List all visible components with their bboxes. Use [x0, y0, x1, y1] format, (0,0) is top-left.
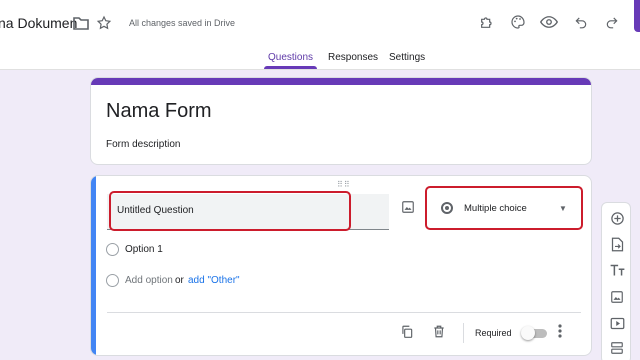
tab-questions[interactable]: Questions	[268, 52, 313, 63]
account-edge	[634, 0, 640, 32]
add-image-icon[interactable]	[608, 288, 626, 306]
tab-responses[interactable]: Responses	[328, 52, 378, 63]
tab-settings[interactable]: Settings	[389, 52, 425, 63]
add-title-icon[interactable]	[608, 261, 626, 279]
form-header-card: Nama Form Form description	[90, 77, 592, 165]
form-title[interactable]: Nama Form	[106, 100, 212, 123]
add-option-link[interactable]: Add option	[125, 275, 173, 286]
redo-icon[interactable]	[603, 13, 621, 31]
add-video-icon[interactable]	[608, 314, 626, 332]
add-option-radio	[106, 274, 119, 287]
question-type-label: Multiple choice	[464, 203, 527, 214]
undo-icon[interactable]	[572, 13, 590, 31]
tab-bar: Questions Responses Settings	[0, 46, 640, 70]
add-section-icon[interactable]	[608, 339, 626, 357]
question-type-dropdown[interactable]: Multiple choice ▼	[425, 186, 583, 230]
required-label: Required	[475, 328, 512, 338]
option-radio[interactable]	[106, 243, 119, 256]
delete-icon[interactable]	[430, 322, 448, 340]
option-1-label[interactable]: Option 1	[125, 244, 163, 255]
top-bar: na Dokumen All changes saved in Drive	[0, 0, 640, 46]
drag-handle-icon[interactable]: ⠿⠿	[337, 180, 351, 189]
star-icon[interactable]	[95, 14, 113, 32]
document-title[interactable]: na Dokumen	[0, 15, 77, 31]
footer-divider	[107, 312, 581, 313]
dropdown-arrow-icon: ▼	[559, 204, 567, 213]
required-toggle-knob[interactable]	[521, 326, 535, 340]
or-text: or	[175, 275, 184, 286]
add-image-icon[interactable]	[401, 200, 415, 219]
radio-type-icon	[441, 202, 453, 214]
focus-strip	[91, 176, 96, 355]
side-toolbar	[601, 202, 631, 360]
header-accent-strip	[91, 78, 591, 85]
add-question-icon[interactable]	[608, 209, 626, 227]
folder-icon[interactable]	[72, 14, 90, 32]
question-card[interactable]: ⠿⠿ Untitled Question Multiple choice ▼ O…	[90, 175, 592, 356]
addon-puzzle-icon[interactable]	[478, 13, 496, 31]
more-options-icon[interactable]	[551, 322, 569, 340]
save-status: All changes saved in Drive	[129, 18, 236, 28]
palette-icon[interactable]	[509, 13, 527, 31]
form-description[interactable]: Form description	[106, 139, 180, 150]
preview-eye-icon[interactable]	[540, 13, 558, 31]
add-other-link[interactable]: add "Other"	[188, 275, 240, 286]
import-questions-icon[interactable]	[608, 235, 626, 253]
duplicate-icon[interactable]	[398, 322, 416, 340]
footer-separator	[463, 323, 464, 343]
highlight-box-question	[109, 191, 351, 231]
active-tab-indicator	[264, 66, 317, 69]
